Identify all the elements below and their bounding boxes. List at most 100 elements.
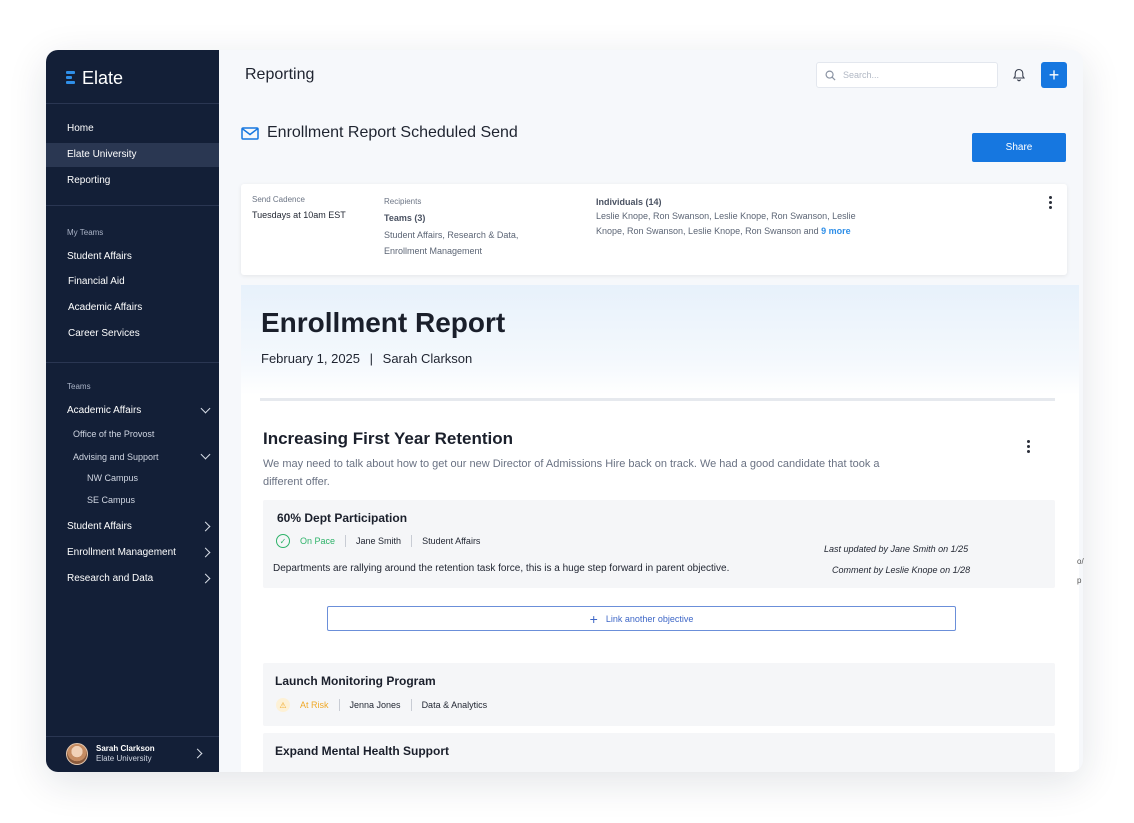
report-divider (260, 398, 1055, 401)
report-author: Sarah Clarkson (382, 351, 473, 366)
chevron-down-icon[interactable] (200, 403, 211, 414)
report-preview: Enrollment Report February 1, 2025 | Sar… (241, 285, 1079, 772)
sidebar-item-label: Enrollment Management (67, 547, 176, 558)
page-title: Reporting (245, 66, 315, 83)
last-updated-note: Last updated by Jane Smith on 1/25 (824, 544, 969, 554)
sidebar-divider (46, 362, 219, 363)
top-bar: Reporting + (219, 50, 1083, 102)
profile-org: Elate University (96, 754, 152, 763)
elate-logo-icon (66, 71, 76, 85)
objective-team: Student Affairs (422, 536, 481, 546)
objective-owner: Jane Smith (356, 536, 402, 546)
search-input[interactable] (843, 70, 983, 80)
app-window: Elate Home Elate University Reporting My… (46, 50, 1083, 772)
sidebar-item-label: Research and Data (67, 573, 154, 584)
sidebar-item-student-affairs[interactable]: Student Affairs (46, 245, 219, 269)
clipped-text-fragment: p (1077, 576, 1082, 585)
sidebar-team-research-and-data[interactable]: Research and Data (46, 567, 219, 591)
sidebar-item-label: Advising and Support (73, 452, 159, 462)
schedule-details-card: Send Cadence Tuesdays at 10am EST Recipi… (241, 184, 1067, 275)
comment-by-note: Comment by Leslie Knope on 1/28 (832, 565, 971, 575)
teams-heading: Teams (67, 382, 91, 391)
divider (411, 535, 413, 547)
more-options-icon[interactable] (1049, 196, 1052, 211)
link-objective-button[interactable]: + Link another objective (327, 606, 956, 631)
brand-logo[interactable]: Elate (66, 68, 123, 88)
teams-count-label: Teams (3) (384, 213, 426, 223)
sidebar-item-label: Elate University (67, 149, 137, 160)
sidebar-team-se-campus[interactable]: SE Campus (46, 488, 219, 512)
sidebar-team-enrollment-management[interactable]: Enrollment Management (46, 541, 219, 565)
report-title: Enrollment Report (261, 307, 506, 338)
divider (410, 699, 412, 711)
sidebar-item-label: Academic Affairs (68, 302, 143, 313)
warning-icon: ⚠ (276, 698, 290, 712)
more-options-icon[interactable] (1027, 440, 1030, 455)
chevron-right-icon[interactable] (200, 547, 211, 558)
avatar (66, 743, 88, 765)
sidebar-item-label: Home (67, 123, 94, 134)
bell-icon[interactable] (1011, 67, 1027, 83)
sidebar-team-office-of-the-provost[interactable]: Office of the Provost (46, 422, 219, 446)
report-meta-separator: | (369, 351, 374, 366)
sidebar-item-label: NW Campus (87, 473, 139, 483)
chevron-down-icon[interactable] (200, 449, 211, 460)
objective-status-row: ✓ On Pace Jane Smith Student Affairs (276, 534, 480, 548)
objective-title: 60% Dept Participation (277, 511, 408, 525)
sidebar-team-student-affairs[interactable]: Student Affairs (46, 515, 219, 539)
user-profile[interactable]: Sarah Clarkson Elate University (46, 736, 219, 772)
plus-icon: + (589, 610, 598, 627)
chevron-right-icon[interactable] (200, 573, 211, 584)
individuals-names: Knope, Ron Swanson, Leslie Knope, Ron Sw… (596, 226, 819, 236)
schedule-heading: Enrollment Report Scheduled Send (241, 124, 518, 142)
sidebar-item-label: SE Campus (87, 495, 136, 505)
chevron-right-icon[interactable] (200, 521, 211, 532)
sidebar-item-label: Student Affairs (67, 521, 132, 532)
sidebar-item-elate-university[interactable]: Elate University (46, 143, 219, 167)
share-button[interactable]: Share (972, 133, 1066, 162)
status-badge: On Pace (300, 536, 336, 546)
objective-team: Data & Analytics (421, 700, 488, 710)
sidebar-item-label: Academic Affairs (67, 405, 142, 416)
individuals-label: Individuals (14) (596, 197, 662, 207)
teams-value-line-2: Enrollment Management (384, 246, 483, 256)
section-description: We may need to talk about how to get our… (263, 458, 880, 488)
chevron-right-icon[interactable] (192, 748, 203, 759)
status-badge: At Risk (300, 700, 329, 710)
sidebar-item-home[interactable]: Home (46, 117, 219, 141)
objective-card[interactable]: 60% Dept Participation ✓ On Pace Jane Sm… (263, 500, 1055, 588)
cadence-label: Send Cadence (252, 195, 305, 204)
objective-title: Launch Monitoring Program (275, 674, 436, 688)
link-objective-label: Link another objective (605, 613, 694, 624)
objective-card[interactable]: Launch Monitoring Program ⚠ At Risk Jenn… (263, 663, 1055, 726)
objective-card[interactable]: Expand Mental Health Support (263, 733, 1055, 772)
objective-status-row: ⚠ At Risk Jenna Jones Data & Analytics (276, 698, 487, 712)
sidebar-item-label: Office of the Provost (73, 429, 155, 439)
search-icon (825, 70, 836, 81)
report-date: February 1, 2025 (261, 351, 361, 366)
check-circle-icon: ✓ (276, 534, 290, 548)
objective-owner: Jenna Jones (349, 700, 401, 710)
report-meta: February 1, 2025 | Sarah Clarkson (261, 351, 472, 366)
search-box[interactable] (816, 62, 998, 88)
sidebar: Elate Home Elate University Reporting My… (46, 50, 219, 772)
sidebar-item-reporting[interactable]: Reporting (46, 169, 219, 193)
divider (345, 535, 347, 547)
sidebar-item-academic-affairs[interactable]: Academic Affairs (46, 296, 219, 320)
add-button[interactable]: + (1041, 62, 1067, 88)
more-recipients-link[interactable]: 9 more (821, 226, 851, 236)
individuals-line-1: Leslie Knope, Ron Swanson, Leslie Knope,… (596, 211, 856, 221)
sidebar-team-nw-campus[interactable]: NW Campus (46, 466, 219, 490)
mail-icon (241, 126, 259, 140)
schedule-title: Enrollment Report Scheduled Send (267, 124, 518, 141)
divider (338, 699, 340, 711)
sidebar-divider (46, 205, 219, 206)
brand-name: Elate (82, 67, 124, 88)
individuals-line-2: Knope, Ron Swanson, Leslie Knope, Ron Sw… (596, 224, 851, 239)
my-teams-heading: My Teams (67, 228, 104, 237)
teams-value-line-1: Student Affairs, Research & Data, (384, 230, 519, 240)
sidebar-team-academic-affairs[interactable]: Academic Affairs (46, 399, 219, 423)
sidebar-item-financial-aid[interactable]: Financial Aid (46, 270, 219, 294)
sidebar-item-label: Student Affairs (67, 251, 132, 262)
sidebar-item-career-services[interactable]: Career Services (46, 322, 219, 346)
